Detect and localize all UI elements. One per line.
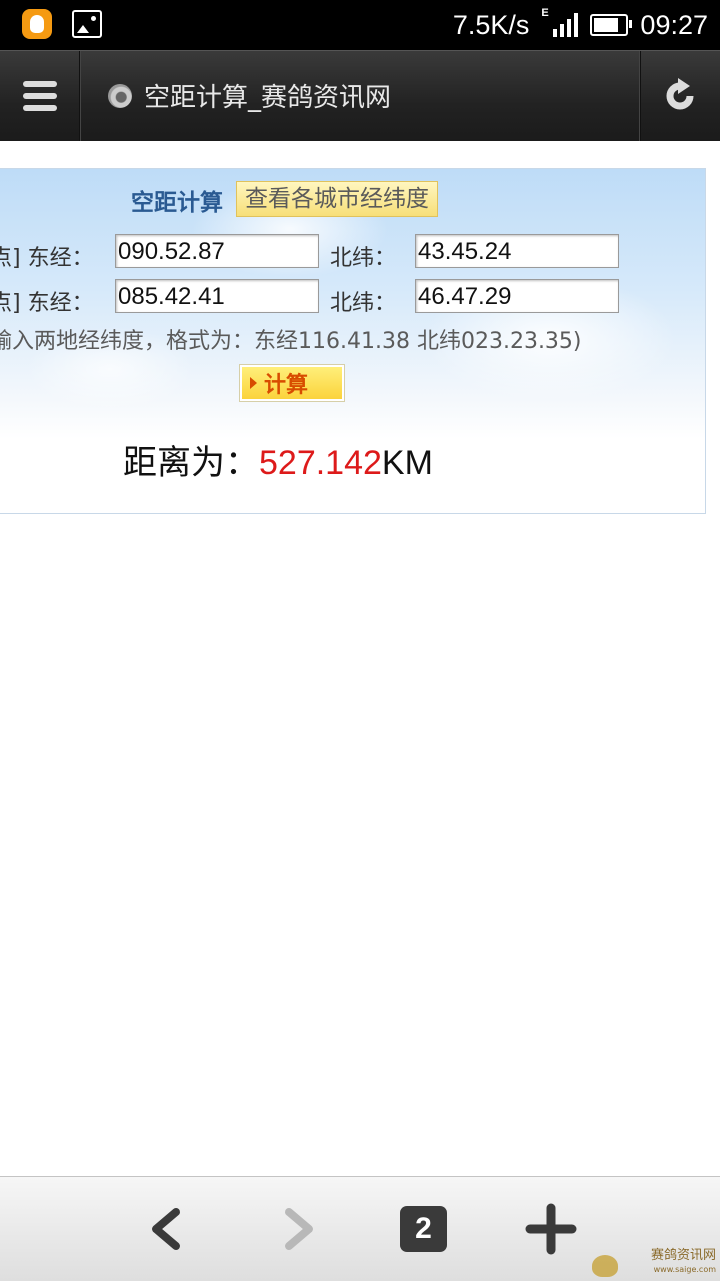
status-bar-notifications <box>22 9 102 39</box>
menu-button[interactable] <box>0 51 80 141</box>
view-city-coordinates-button[interactable]: 查看各城市经纬度 <box>236 181 438 217</box>
page-title[interactable]: 空距计算_赛鸽资讯网 <box>144 77 391 114</box>
calculator-title: 空距计算 <box>131 190 223 216</box>
latitude-label: 北纬： <box>330 291 397 316</box>
signal-strength-icon: E <box>541 7 579 37</box>
latitude-input-1[interactable]: 43.45.24 <box>415 234 619 268</box>
coordinate-row-1: 点] 东经： 090.52.87 北纬： 43.45.24 <box>0 234 705 272</box>
format-hint: 输入两地经纬度，格式为：东经116.41.38 北纬023.23.35) <box>0 329 582 354</box>
status-bar: 7.5K/s E 09:27 <box>0 0 720 50</box>
watermark-url: www.saige.com <box>653 1265 716 1274</box>
calculate-button[interactable]: 计算 <box>239 364 345 402</box>
distance-calculator-panel: 空距计算 查看各城市经纬度 点] 东经： 090.52.87 北纬： 43.45… <box>0 168 706 514</box>
address-bar[interactable]: 空距计算_赛鸽资讯网 <box>80 51 640 141</box>
browser-toolbar: 空距计算_赛鸽资讯网 <box>0 50 720 141</box>
plus-icon <box>525 1203 577 1255</box>
longitude-label: 点] 东经： <box>0 291 94 316</box>
chevron-right-icon <box>285 1208 313 1250</box>
forward-button[interactable] <box>253 1177 343 1281</box>
result-label: 距离为： <box>123 443 259 483</box>
result-value: 527.142 <box>259 444 382 482</box>
distance-result: 距离为：527.142KM <box>123 435 433 484</box>
site-favicon-icon <box>108 84 132 108</box>
longitude-input-2[interactable]: 085.42.41 <box>115 279 319 313</box>
clock: 09:27 <box>640 9 708 40</box>
qq-notification-icon <box>22 9 52 39</box>
reload-icon <box>666 78 694 110</box>
tab-count: 2 <box>400 1206 447 1252</box>
battery-icon <box>590 14 633 36</box>
status-bar-indicators: 7.5K/s E 09:27 <box>453 0 708 50</box>
reload-button[interactable] <box>640 51 720 141</box>
watermark-name: 赛鸽资讯网 <box>650 1248 716 1263</box>
watermark: 赛鸽资讯网 www.saige.com <box>651 1249 716 1277</box>
coordinate-row-2: 点] 东经： 085.42.41 北纬： 46.47.29 <box>0 279 705 317</box>
chevron-left-icon <box>152 1208 180 1250</box>
latitude-label: 北纬： <box>330 246 397 271</box>
calculate-button-label: 计算 <box>264 373 309 398</box>
new-tab-button[interactable] <box>506 1177 596 1281</box>
pigeon-logo-icon <box>592 1255 618 1277</box>
longitude-label: 点] 东经： <box>0 246 94 271</box>
result-unit: KM <box>381 444 433 482</box>
longitude-input-1[interactable]: 090.52.87 <box>115 234 319 268</box>
browser-bottom-bar: 2 赛鸽资讯网 www.saige.com <box>0 1176 720 1281</box>
tabs-button[interactable]: 2 <box>379 1177 469 1281</box>
image-notification-icon <box>72 10 102 38</box>
back-button[interactable] <box>120 1177 210 1281</box>
latitude-input-2[interactable]: 46.47.29 <box>415 279 619 313</box>
play-arrow-icon <box>250 377 257 389</box>
network-type-label: E <box>541 7 549 19</box>
network-speed: 7.5K/s <box>452 9 530 40</box>
